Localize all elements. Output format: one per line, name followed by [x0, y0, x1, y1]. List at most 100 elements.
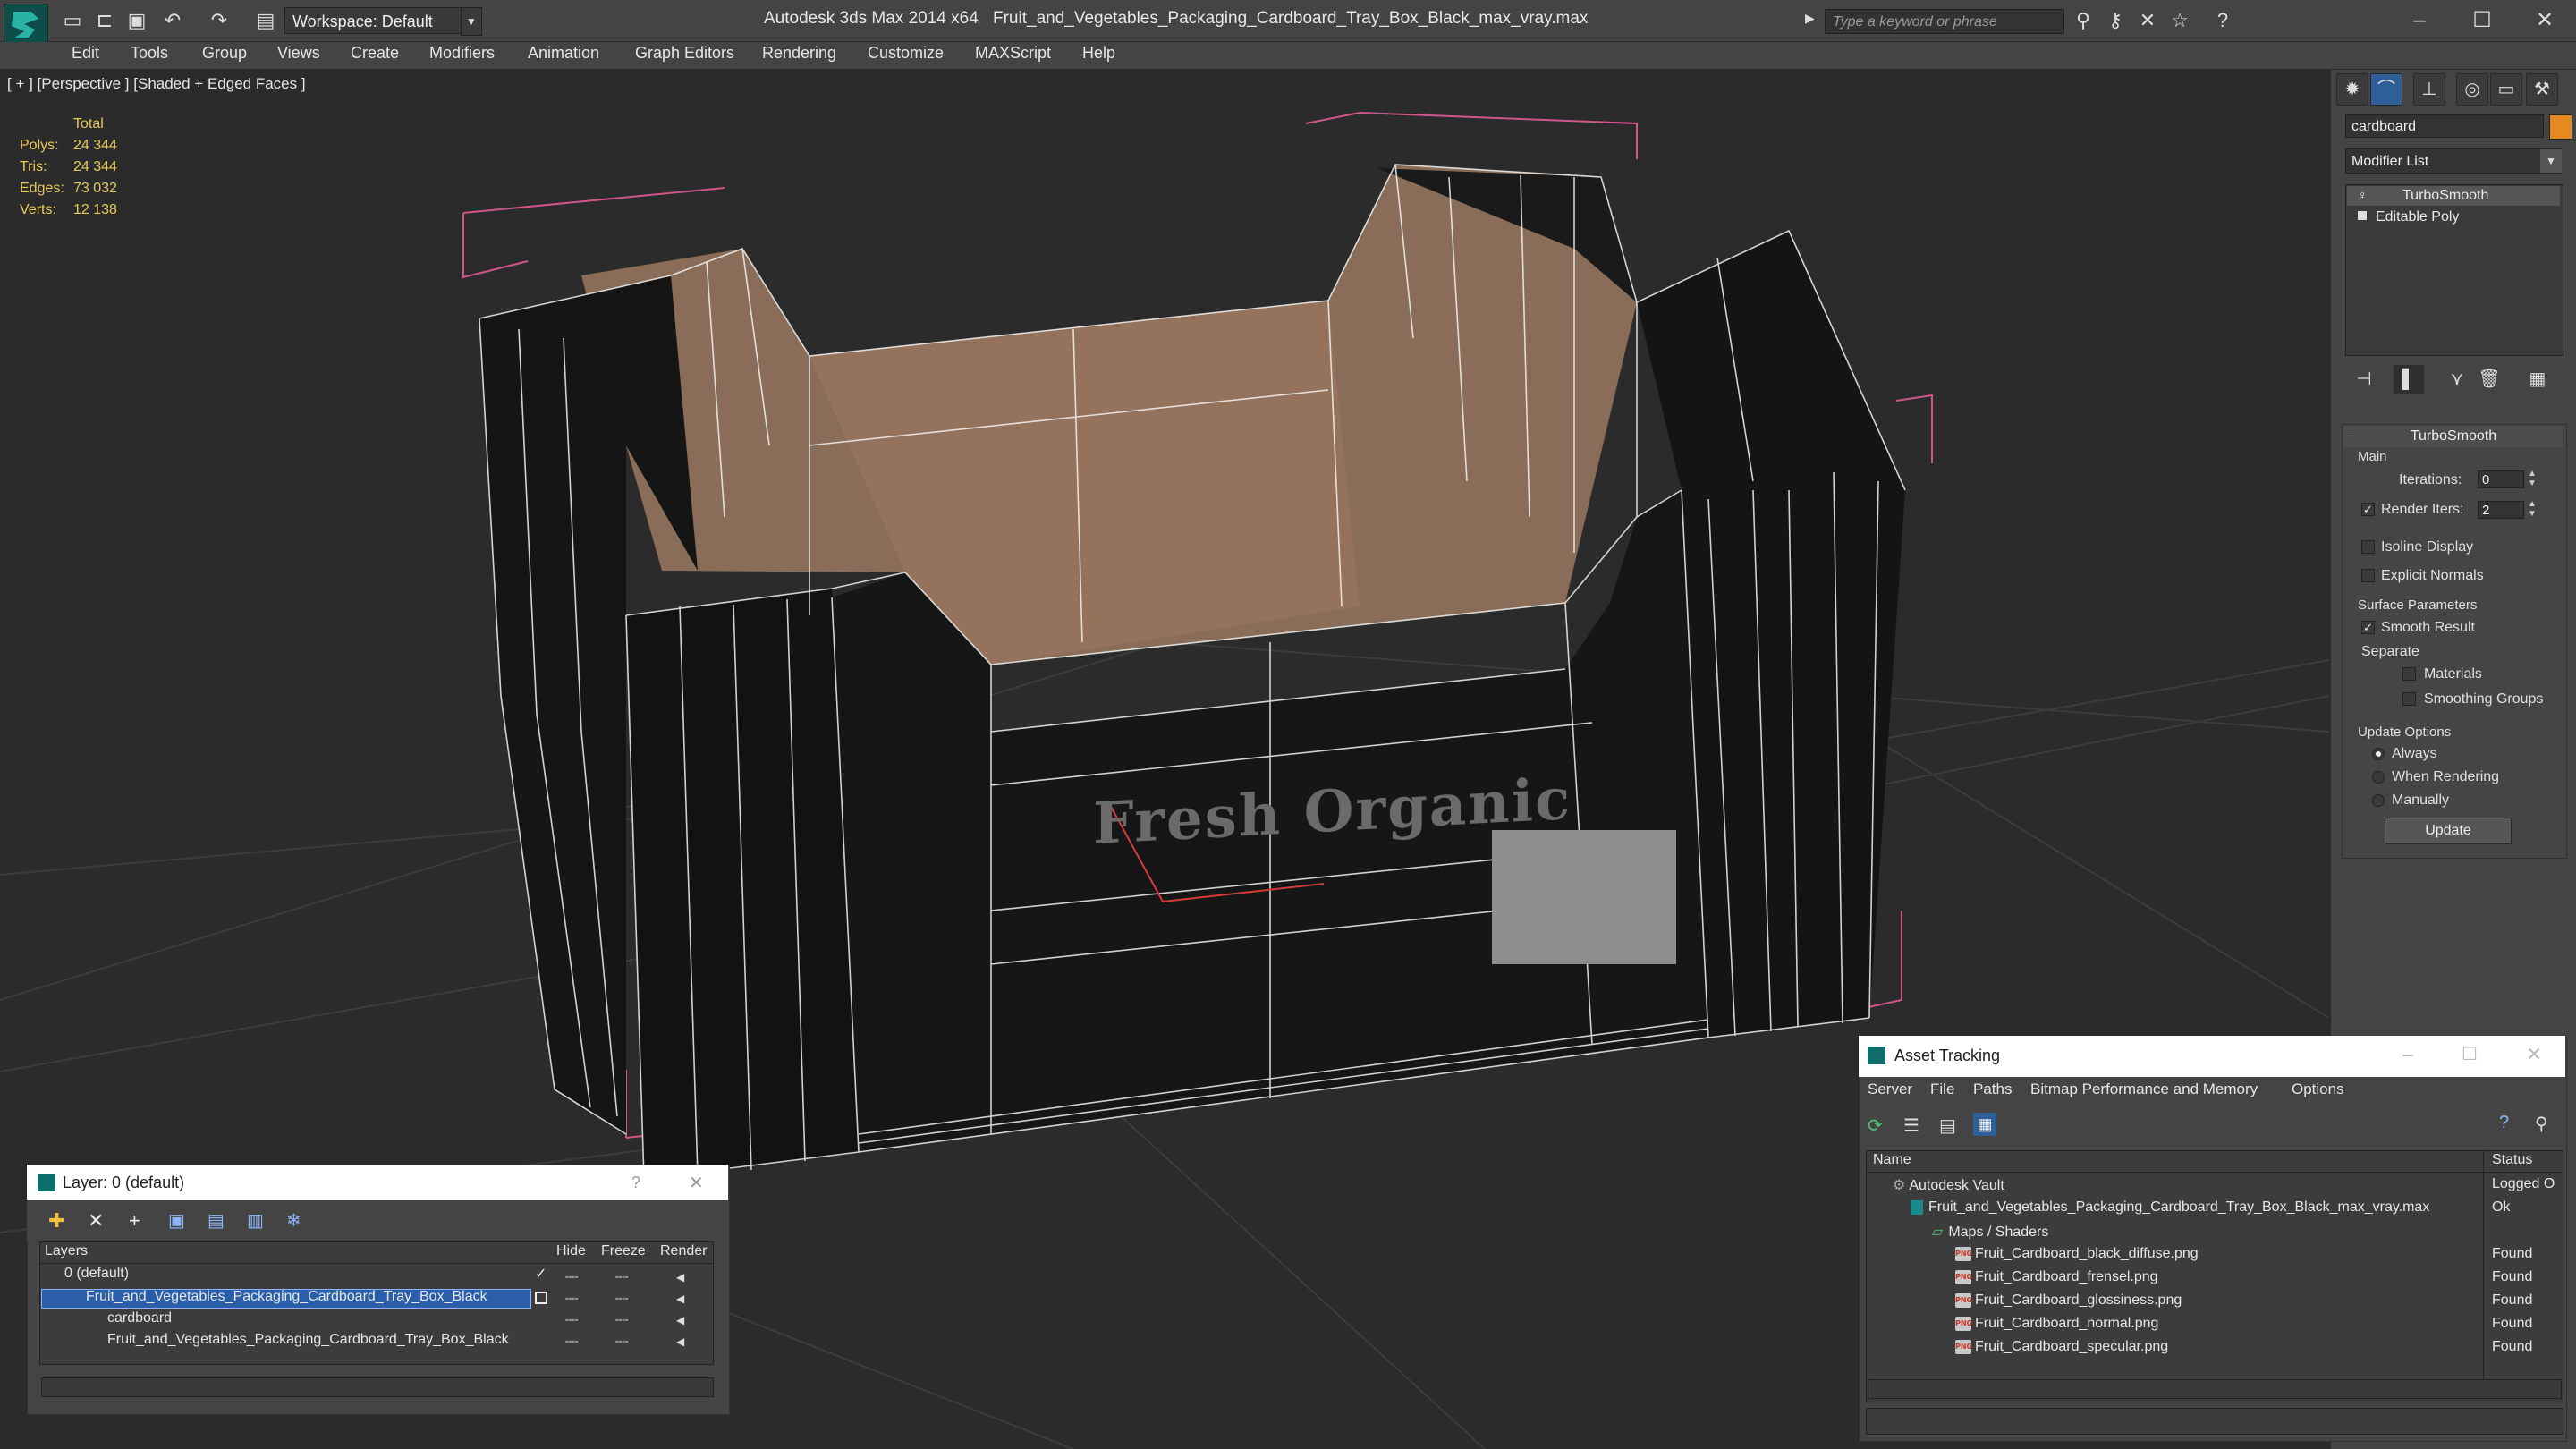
spinner-arrows-icon[interactable]: ▲ ▼	[2528, 499, 2537, 519]
object-row-tray-box[interactable]: Fruit_and_Vegetables_Packaging_Cardboard…	[107, 1332, 509, 1348]
object-name-field[interactable]: cardboard	[2345, 114, 2544, 138]
col-name[interactable]: Name	[1873, 1152, 1911, 1168]
col-hide[interactable]: Hide	[556, 1243, 586, 1259]
help-icon[interactable]: ?	[631, 1174, 640, 1192]
manually-radio[interactable]	[2372, 794, 2385, 807]
smooth-result-checkbox[interactable]: ✓	[2361, 621, 2375, 634]
asset-menu-paths[interactable]: Paths	[1973, 1080, 2012, 1098]
help-icon[interactable]: ?	[2499, 1113, 2509, 1133]
redo-icon[interactable]: ↷	[206, 7, 233, 34]
when-rendering-radio[interactable]	[2372, 771, 2385, 784]
asset-row-diffuse[interactable]: PNG Fruit_Cardboard_black_diffuse.png	[1955, 1246, 2199, 1262]
close-icon[interactable]: ✕	[2526, 1043, 2542, 1066]
close-icon[interactable]: ✕	[689, 1172, 704, 1194]
menu-create[interactable]: Create	[351, 44, 399, 63]
asset-row-vault[interactable]: ⚙ Autodesk Vault	[1893, 1176, 2004, 1194]
favorites-star-icon[interactable]: ☆	[2166, 7, 2193, 34]
make-unique-icon[interactable]: ⋎	[2442, 365, 2472, 394]
current-layer-check-icon[interactable]: ✓	[535, 1265, 547, 1283]
highlight-layer-icon[interactable]: ▤	[208, 1209, 225, 1232]
asset-row-specular[interactable]: PNG Fruit_Cardboard_specular.png	[1955, 1339, 2168, 1355]
configure-sets-icon[interactable]: ▦	[2522, 365, 2553, 394]
modifier-list-dropdown[interactable]: Modifier List	[2345, 148, 2562, 174]
open-file-icon[interactable]: ⊏	[91, 7, 118, 34]
object-color-swatch[interactable]	[2549, 114, 2572, 140]
asset-row-glossiness[interactable]: PNG Fruit_Cardboard_glossiness.png	[1955, 1292, 2182, 1309]
asset-row-normal[interactable]: PNG Fruit_Cardboard_normal.png	[1955, 1316, 2158, 1332]
exchange-icon[interactable]: ✕	[2134, 7, 2161, 34]
list-view-icon[interactable]: ☰	[1903, 1114, 1919, 1137]
asset-row-frensel[interactable]: PNG Fruit_Cardboard_frensel.png	[1955, 1269, 2158, 1285]
menu-customize[interactable]: Customize	[868, 44, 944, 63]
spinner-arrows-icon[interactable]: ▲ ▼	[2528, 469, 2537, 488]
display-tab-icon[interactable]: ▭	[2490, 73, 2522, 106]
save-file-icon[interactable]: ▣	[123, 7, 150, 34]
menu-help[interactable]: Help	[1082, 44, 1115, 63]
refresh-icon[interactable]: ⟳	[1868, 1114, 1883, 1137]
iterations-spinner[interactable]: 0	[2478, 470, 2524, 488]
modify-tab-icon[interactable]: ⌒	[2370, 73, 2402, 106]
menu-maxscript[interactable]: MAXScript	[975, 44, 1051, 63]
chevron-down-icon[interactable]: ▼	[2540, 149, 2562, 173]
col-status[interactable]: Status	[2492, 1152, 2532, 1168]
create-tab-icon[interactable]: ✹	[2336, 73, 2368, 106]
smoothing-groups-checkbox[interactable]	[2402, 692, 2416, 706]
create-layer-icon[interactable]: ✚	[48, 1209, 64, 1233]
chevron-down-icon[interactable]: ▼	[461, 7, 482, 36]
materials-checkbox[interactable]	[2402, 667, 2416, 681]
menu-views[interactable]: Views	[277, 44, 320, 63]
utilities-tab-icon[interactable]: ⚒	[2526, 73, 2558, 106]
add-to-layer-icon[interactable]: +	[129, 1209, 140, 1233]
asset-menu-server[interactable]: Server	[1868, 1080, 1912, 1098]
undo-icon[interactable]: ↶	[159, 7, 186, 34]
hide-toggle-icons[interactable]: ╍╍ ╍╍ ╍╍ ╍╍	[565, 1267, 578, 1352]
maximize-icon[interactable]: ☐	[2460, 5, 2504, 36]
lightbulb-icon[interactable]: ♀	[2358, 188, 2368, 202]
isoline-display-checkbox[interactable]	[2361, 540, 2375, 554]
pin-icon[interactable]: ⚲	[2535, 1113, 2548, 1135]
render-iters-checkbox[interactable]: ✓	[2361, 503, 2375, 516]
menu-modifiers[interactable]: Modifiers	[429, 44, 495, 63]
binoculars-icon[interactable]: ⚲	[2070, 7, 2097, 34]
explicit-normals-checkbox[interactable]	[2361, 569, 2375, 582]
search-expand-icon[interactable]: ▶	[1805, 11, 1821, 34]
menu-rendering[interactable]: Rendering	[762, 44, 836, 63]
always-radio[interactable]	[2372, 748, 2385, 760]
col-layers[interactable]: Layers	[45, 1243, 88, 1259]
asset-row-maps[interactable]: ▱ Maps / Shaders	[1932, 1223, 2048, 1241]
project-folder-icon[interactable]: ▤	[252, 7, 279, 34]
freeze-all-icon[interactable]: ❄	[286, 1209, 301, 1232]
delete-layer-icon[interactable]: ✕	[88, 1209, 104, 1233]
pin-stack-icon[interactable]: ⊣	[2349, 365, 2379, 394]
col-render[interactable]: Render	[660, 1243, 707, 1259]
stack-item-editable-poly[interactable]: Editable Poly	[2376, 207, 2459, 228]
show-end-result-icon[interactable]: ▌	[2394, 365, 2424, 394]
menu-tools[interactable]: Tools	[131, 44, 168, 63]
menu-edit[interactable]: Edit	[72, 44, 99, 63]
freeze-toggle-icons[interactable]: ╍╍ ╍╍ ╍╍ ╍╍	[615, 1267, 628, 1352]
layer-row-default[interactable]: 0 (default)	[64, 1266, 129, 1282]
layer-horizontal-scrollbar[interactable]	[41, 1377, 714, 1397]
key-icon[interactable]: ⚷	[2102, 7, 2129, 34]
close-icon[interactable]: ✕	[2522, 5, 2567, 36]
set-current-icon[interactable]	[535, 1292, 547, 1304]
menu-group[interactable]: Group	[202, 44, 247, 63]
expand-icon[interactable]	[2358, 211, 2367, 220]
new-file-icon[interactable]: ▭	[59, 7, 86, 34]
menu-animation[interactable]: Animation	[528, 44, 599, 63]
asset-menu-options[interactable]: Options	[2292, 1080, 2344, 1098]
render-iters-spinner[interactable]: 2	[2478, 501, 2524, 519]
object-row-cardboard[interactable]: cardboard	[107, 1310, 172, 1326]
stack-item-turbosmooth[interactable]: TurboSmooth	[2402, 185, 2488, 207]
motion-tab-icon[interactable]: ◎	[2456, 73, 2488, 106]
layer-row-tray-box[interactable]: Fruit_and_Vegetables_Packaging_Cardboard…	[86, 1289, 487, 1305]
col-freeze[interactable]: Freeze	[601, 1243, 646, 1259]
minimize-icon[interactable]: –	[2402, 1043, 2413, 1066]
asset-menu-bitmap[interactable]: Bitmap Performance and Memory	[2030, 1080, 2258, 1098]
update-button[interactable]: Update	[2385, 818, 2512, 844]
hierarchy-tab-icon[interactable]: ⊥	[2413, 73, 2445, 106]
rollout-title[interactable]: TurboSmooth	[2343, 426, 2563, 447]
minimize-icon[interactable]: –	[2397, 5, 2442, 36]
viewport-label[interactable]: [ + ] [Perspective ] [Shaded + Edged Fac…	[7, 75, 306, 93]
thumbnail-view-icon[interactable]: ▤	[1939, 1114, 1956, 1137]
